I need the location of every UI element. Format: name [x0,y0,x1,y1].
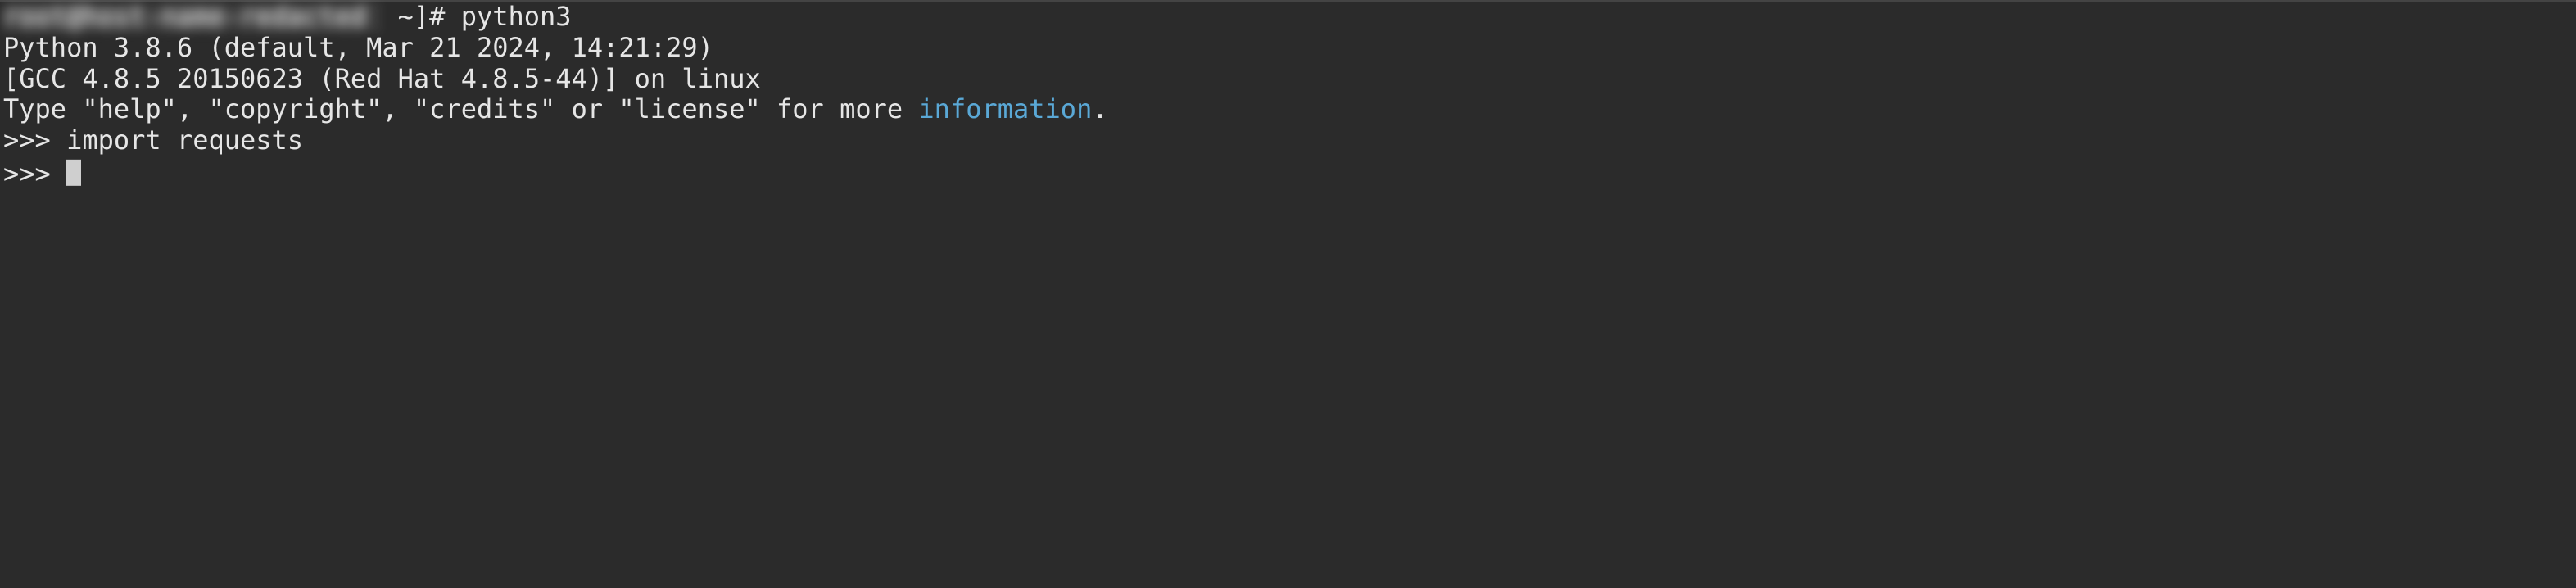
banner-text-suffix: . [1092,93,1107,124]
banner-link-information[interactable]: information [918,93,1092,124]
python-banner-line-1: Python 3.8.6 (default, Mar 21 2024, 14:2… [3,33,2573,64]
shell-prompt-line: root@host-name-redacted ~]# python3 [3,2,2573,33]
repl-line-1: >>> import requests [3,125,2573,156]
banner-text-prefix: Type "help", "copyright", "credits" or "… [3,93,918,124]
cursor-block [66,160,81,186]
shell-command: python3 [461,1,572,32]
blurred-host-text: root@host-name-redacted [3,2,382,33]
python-banner-line-2: [GCC 4.8.5 20150623 (Red Hat 4.8.5-44)] … [3,64,2573,95]
repl-input: import requests [66,124,303,156]
shell-prompt-suffix: ~]# [382,1,460,32]
python-banner-line-3: Type "help", "copyright", "credits" or "… [3,94,2573,125]
repl-line-current[interactable]: >>> [3,156,2573,190]
repl-prompt: >>> [3,124,66,156]
repl-prompt: >>> [3,158,66,189]
terminal-pane[interactable]: root@host-name-redacted ~]# python3Pytho… [0,2,2576,588]
